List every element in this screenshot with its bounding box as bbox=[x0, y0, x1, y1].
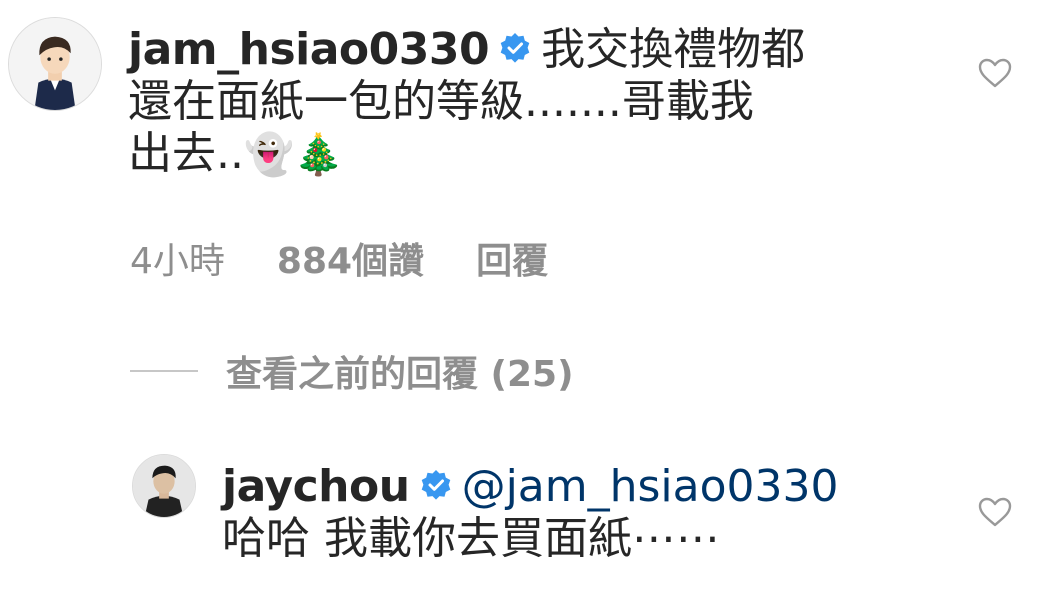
heart-outline-icon[interactable] bbox=[977, 57, 1013, 89]
comment-username[interactable]: jam_hsiao0330 bbox=[128, 24, 490, 75]
reply-button[interactable]: 回覆 bbox=[476, 232, 548, 284]
comment-text-line-2: 還在面紙一包的等級.......哥載我 bbox=[128, 76, 754, 127]
avatar-jaychou[interactable] bbox=[132, 454, 196, 518]
christmas-tree-emoji: 🎄 bbox=[293, 132, 344, 178]
reply-username[interactable]: jaychou bbox=[222, 461, 410, 512]
comment-likes[interactable]: 884個讚 bbox=[277, 232, 424, 284]
comment-time: 4小時 bbox=[130, 241, 225, 282]
verified-badge-icon bbox=[499, 32, 531, 64]
comment-text-line-3: 出去.. bbox=[128, 128, 244, 179]
avatar-jam-hsiao[interactable] bbox=[8, 17, 102, 111]
view-previous-replies-button[interactable]: 查看之前的回覆 (25) bbox=[130, 345, 574, 397]
comment-body: jam_hsiao0330 我交換禮物都 還在面紙一包的等級.......哥載我 … bbox=[128, 24, 918, 181]
divider-line bbox=[130, 370, 198, 372]
comment-meta: 4小時 884個讚 回覆 bbox=[130, 232, 548, 284]
cartoon-man-avatar-icon bbox=[9, 18, 101, 110]
view-previous-replies-label: 查看之前的回覆 (25) bbox=[226, 354, 574, 395]
verified-badge-icon bbox=[420, 469, 452, 501]
photo-avatar-icon bbox=[133, 455, 195, 517]
ghost-emoji: 👻 bbox=[243, 132, 294, 178]
mention-link[interactable]: @jam_hsiao0330 bbox=[462, 461, 839, 512]
reply-body: jaychou @jam_hsiao0330 哈哈 我載你去買面紙⋯⋯ bbox=[222, 461, 922, 565]
comment-text-line-1: 我交換禮物都 bbox=[541, 24, 806, 75]
reply-text: 哈哈 我載你去買面紙⋯⋯ bbox=[222, 513, 720, 564]
heart-outline-icon[interactable] bbox=[977, 496, 1013, 528]
